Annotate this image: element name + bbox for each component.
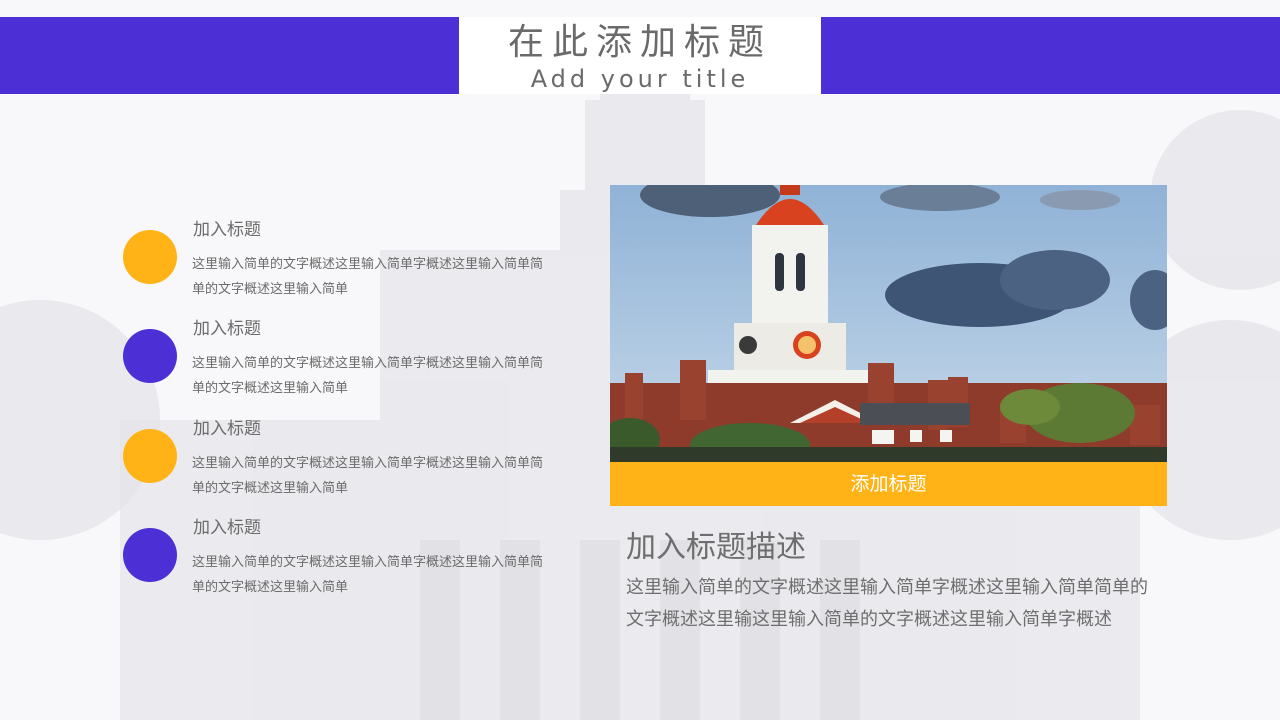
page-subtitle: Add your title (530, 65, 750, 93)
title-box: 在此添加标题 Add your title (459, 17, 821, 94)
bullet-circle-icon (123, 329, 177, 383)
bullet-circle-icon (123, 429, 177, 483)
list-item: 加入标题 这里输入简单的文字概述这里输入简单字概述这里输入简单简单的文字概述这里… (123, 417, 553, 507)
list-item: 加入标题 这里输入简单的文字概述这里输入简单字概述这里输入简单简单的文字概述这里… (123, 317, 553, 407)
header-bar-left (0, 17, 459, 94)
list-item: 加入标题 这里输入简单的文字概述这里输入简单字概述这里输入简单简单的文字概述这里… (123, 218, 553, 308)
photo-caption: 添加标题 (610, 462, 1167, 506)
list-item-title: 加入标题 (193, 220, 261, 240)
list-item-title: 加入标题 (193, 319, 261, 339)
list-item-description: 这里输入简单的文字概述这里输入简单字概述这里输入简单简单的文字概述这里输入简单 (192, 456, 544, 496)
description-title: 加入标题描述 (626, 530, 806, 565)
list-item-description: 这里输入简单的文字概述这里输入简单字概述这里输入简单简单的文字概述这里输入简单 (192, 356, 544, 396)
page-title: 在此添加标题 (507, 22, 772, 63)
header-bar-right (821, 17, 1280, 94)
list-item-description: 这里输入简单的文字概述这里输入简单字概述这里输入简单简单的文字概述这里输入简单 (192, 257, 544, 297)
list-item-description: 这里输入简单的文字概述这里输入简单字概述这里输入简单简单的文字概述这里输入简单 (192, 555, 544, 595)
description-body: 这里输入简单的文字概述这里输入简单字概述这里输入简单简单的文字概述这里输这里输入… (626, 577, 1148, 630)
list-item-title: 加入标题 (193, 518, 261, 538)
list-item-title: 加入标题 (193, 419, 261, 439)
list-item: 加入标题 这里输入简单的文字概述这里输入简单字概述这里输入简单简单的文字概述这里… (123, 516, 553, 606)
clock-tower-photo (610, 185, 1167, 462)
bullet-circle-icon (123, 230, 177, 284)
bullet-circle-icon (123, 528, 177, 582)
